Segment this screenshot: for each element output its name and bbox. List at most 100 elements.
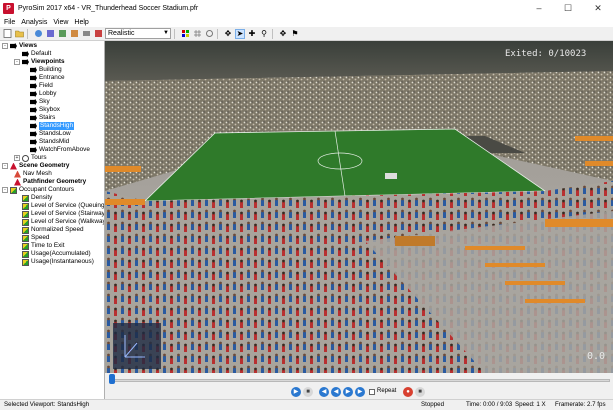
menu-view[interactable]: View	[53, 19, 68, 26]
contour-icon	[22, 194, 29, 202]
collapse-icon[interactable]: -	[2, 163, 8, 169]
toolbar-separator	[27, 28, 28, 39]
tree-tours-label: Tours	[31, 154, 47, 161]
view-icon-6[interactable]	[93, 29, 103, 39]
tree-viewpoint-lobby[interactable]: Lobby	[30, 90, 56, 98]
viewpoint-icon	[30, 138, 37, 146]
tree-viewpoints[interactable]: - Viewpoints	[14, 58, 65, 66]
tree-scene-geometry[interactable]: - Scene Geometry	[2, 162, 69, 170]
skip-end-icon[interactable]: ▶	[355, 387, 365, 397]
step-forward-icon[interactable]: ▶	[343, 387, 353, 397]
navigate-icon[interactable]: ✥	[223, 29, 233, 39]
settings-icon[interactable]	[204, 29, 214, 39]
tree-views[interactable]: - Views	[2, 42, 37, 50]
view-icon-3[interactable]	[57, 29, 67, 39]
contour-icon	[22, 250, 29, 258]
toolbar-separator	[272, 28, 273, 39]
camera-icon[interactable]: ⚑	[290, 29, 300, 39]
tree-contour-usage-accumulated[interactable]: Usage(Accumulated)	[22, 250, 91, 258]
pyrosim-app-icon: P	[3, 3, 14, 14]
select-arrow-icon[interactable]: ➤	[235, 28, 245, 39]
menu-analysis[interactable]: Analysis	[21, 19, 47, 26]
navigation-tree: - Views Default - Viewpoints Building Entr…	[0, 41, 105, 399]
render-mode-value: Realistic	[108, 30, 135, 37]
views-icon	[10, 42, 17, 50]
tree-contour-los-walkway[interactable]: Level of Service (Walkway)	[22, 218, 104, 226]
tree-viewpoint-stairs[interactable]: Stairs	[30, 114, 55, 122]
skip-start-icon[interactable]: ◀	[319, 387, 329, 397]
tree-viewpoint-watchfromabove[interactable]: WatchFromAbove	[30, 146, 90, 154]
repeat-label: Repeat	[377, 388, 397, 394]
tree-viewpoint-standshigh[interactable]: StandsHigh	[30, 122, 75, 130]
open-folder-icon[interactable]	[14, 29, 24, 39]
tree-contour-usage-instantaneous[interactable]: Usage(Instantaneous)	[22, 258, 94, 266]
play-icon[interactable]: ▶	[291, 387, 301, 397]
record-icon[interactable]: ●	[403, 387, 413, 397]
render-mode-select[interactable]: Realistic ▼	[105, 28, 171, 39]
viewpoint-label: Entrance	[39, 74, 65, 81]
pathfinder-geometry-icon	[14, 178, 21, 186]
view-icon-2[interactable]	[45, 29, 55, 39]
viewpoint-icon	[30, 122, 37, 130]
stop-icon[interactable]: ■	[303, 387, 313, 397]
step-back-icon[interactable]: ◀	[331, 387, 341, 397]
view-icon-1[interactable]	[33, 29, 43, 39]
tree-occupant-contours[interactable]: - Occupant Contours	[2, 186, 74, 194]
viewpoint-label: StandsLow	[39, 130, 71, 137]
timeline-thumb[interactable]	[109, 374, 115, 384]
tree-viewpoint-skybox[interactable]: Skybox	[30, 106, 60, 114]
tree-default[interactable]: Default	[22, 50, 51, 58]
repeat-checkbox[interactable]	[369, 389, 375, 395]
viewpoint-icon	[30, 130, 37, 138]
tree-viewpoint-standslow[interactable]: StandsLow	[30, 130, 71, 138]
close-icon[interactable]: ✕	[584, 0, 612, 17]
axis-gizmo[interactable]	[113, 323, 161, 369]
tree-tours[interactable]: + Tours	[14, 154, 47, 162]
tree-viewpoint-field[interactable]: Field	[30, 82, 53, 90]
tree-contour-time-to-exit[interactable]: Time to Exit	[22, 242, 65, 250]
menu-file[interactable]: File	[4, 19, 15, 26]
tree-contour-normalized-speed[interactable]: Normalized Speed	[22, 226, 84, 234]
contour-label: Usage(Instantaneous)	[31, 258, 94, 265]
collapse-icon[interactable]: -	[14, 59, 20, 65]
maximize-icon[interactable]: ☐	[554, 0, 582, 17]
pan-icon[interactable]: ✚	[247, 29, 257, 39]
viewpoint-icon	[30, 82, 37, 90]
tree-scene-geometry-label: Scene Geometry	[19, 162, 70, 169]
tree-contour-speed[interactable]: Speed	[22, 234, 49, 242]
minimize-icon[interactable]: –	[525, 0, 553, 17]
3d-viewport[interactable]: Exited: 0/10023 0.0	[105, 41, 613, 373]
contour-icon	[22, 210, 29, 218]
contour-label: Density	[31, 194, 53, 201]
viewpoint-label: Stairs	[39, 114, 56, 121]
tree-contour-density[interactable]: Density	[22, 194, 52, 202]
occupant-contours-icon	[10, 186, 17, 194]
tree-viewpoint-standsmid[interactable]: StandsMid	[30, 138, 69, 146]
menu-bar: File Analysis View Help	[0, 17, 613, 27]
grid-icon[interactable]	[192, 29, 202, 39]
contour-icon	[22, 242, 29, 250]
record-stop-icon[interactable]: ■	[415, 387, 425, 397]
view-icon-4[interactable]	[69, 29, 79, 39]
tree-pathfinder-geometry[interactable]: Pathfinder Geometry	[14, 178, 86, 186]
collapse-icon[interactable]: -	[2, 43, 8, 49]
timeline-slider[interactable]	[110, 379, 610, 382]
contour-icon	[22, 234, 29, 242]
palette-icon[interactable]	[180, 29, 190, 39]
new-file-icon[interactable]	[2, 29, 12, 39]
tree-nav-mesh[interactable]: Nav Mesh	[14, 170, 52, 178]
tree-viewpoint-sky[interactable]: Sky	[30, 98, 50, 106]
exited-label: Exited:	[505, 49, 543, 59]
tree-nav-mesh-label: Nav Mesh	[23, 170, 52, 177]
expand-icon[interactable]: +	[14, 155, 20, 161]
nav-mesh-icon	[14, 170, 21, 178]
view-icon-5[interactable]	[81, 29, 91, 39]
tree-contour-los-queuing[interactable]: Level of Service (Queuing)	[22, 202, 104, 210]
collapse-icon[interactable]: -	[2, 187, 8, 193]
tree-viewpoint-building[interactable]: Building	[30, 66, 62, 74]
zoom-icon[interactable]: ⚲	[259, 29, 269, 39]
fit-icon[interactable]: ✥	[278, 29, 288, 39]
menu-help[interactable]: Help	[74, 19, 88, 26]
tree-contour-los-stairway[interactable]: Level of Service (Stairway)	[22, 210, 104, 218]
tree-viewpoint-entrance[interactable]: Entrance	[30, 74, 65, 82]
